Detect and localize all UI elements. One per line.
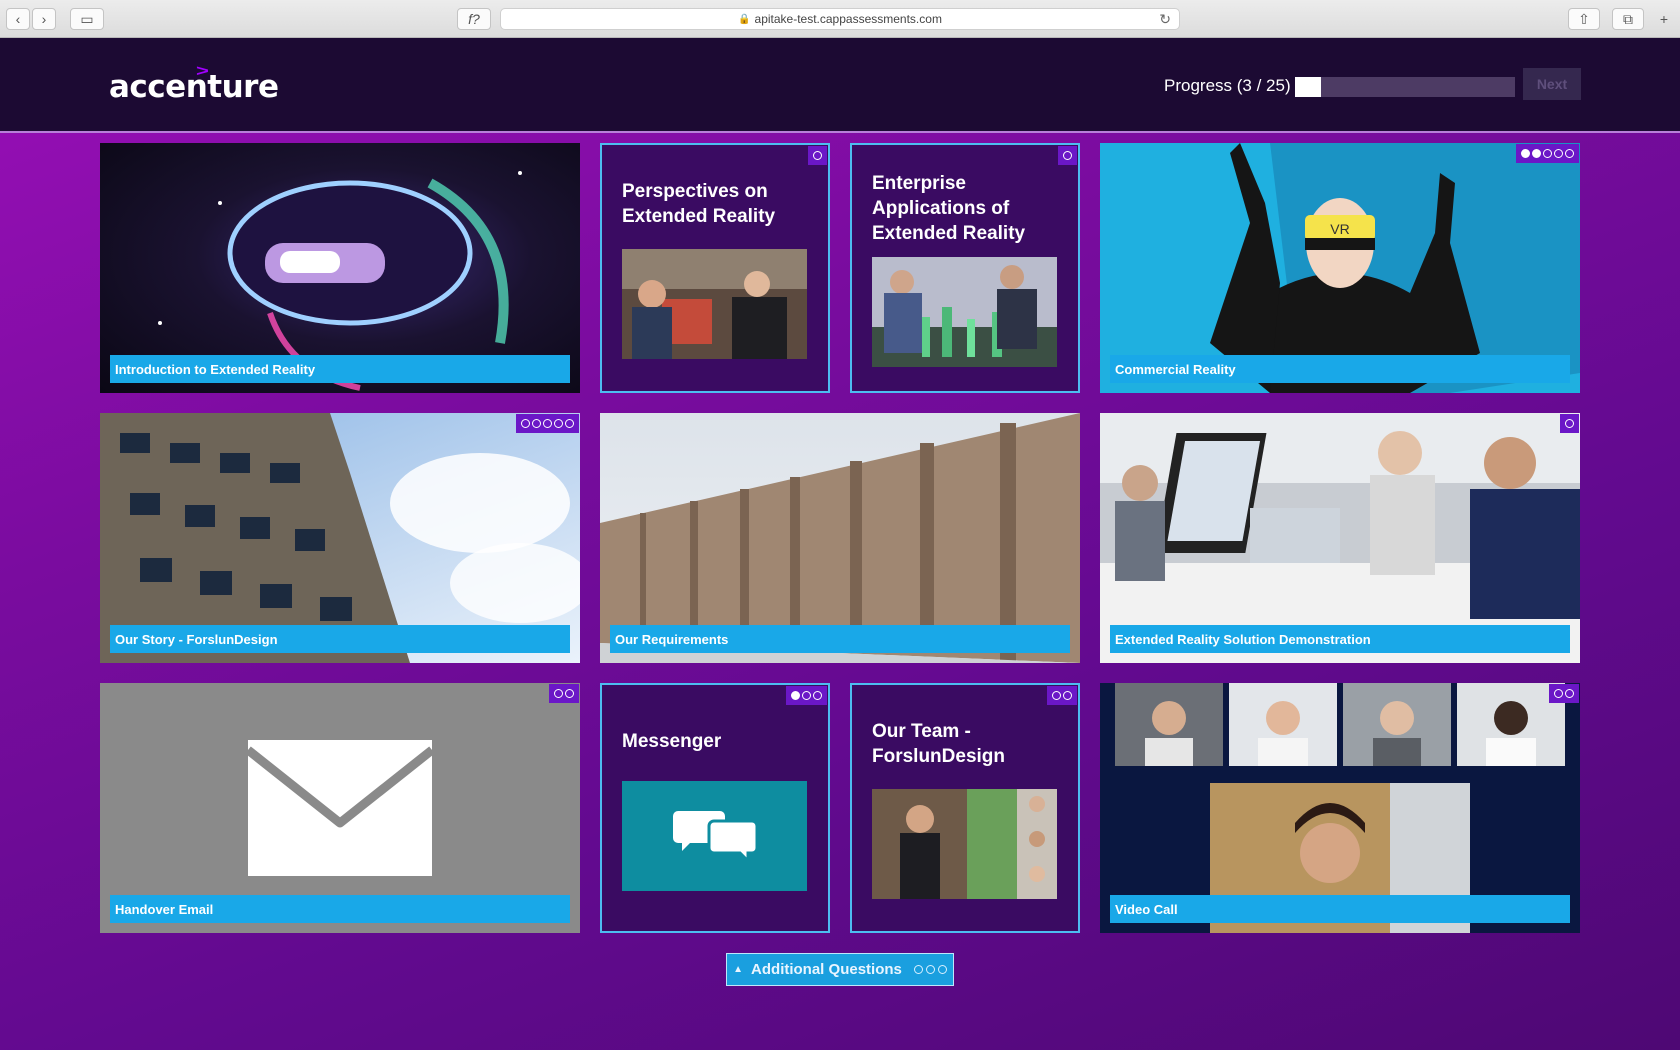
progress-dots [808,146,827,165]
progress-dots [1516,144,1579,163]
progress-fill [1295,77,1322,97]
tile-label: Commercial Reality [1110,355,1570,383]
tile-enterprise-xr[interactable]: Enterprise Applications of Extended Real… [850,143,1080,393]
tile-our-team[interactable]: Our Team - ForslunDesign [850,683,1080,933]
back-icon[interactable]: ‹ [6,8,30,30]
progress-dots [1058,146,1077,165]
next-button[interactable]: Next [1523,68,1581,100]
tile-label: Video Call [1110,895,1570,923]
tile-our-story[interactable]: Our Story - ForslunDesign [100,413,580,663]
vr-text: VR [1330,221,1349,237]
card-title: Our Team - ForslunDesign [872,721,1006,767]
sidebar-icon[interactable]: ▭ [70,8,104,30]
tile-our-requirements[interactable]: Our Requirements [600,413,1080,663]
card-title: Enterprise Applications of Extended Real… [872,173,1026,244]
url-text: apitake-test.cappassessments.com [754,12,942,26]
tile-intro-xr[interactable]: Introduction to Extended Reality [100,143,580,393]
lock-icon: 🔒 [738,13,751,25]
progress-dots [1549,684,1579,703]
caret-up-icon: ▲ [733,964,744,975]
progress-dots [1047,686,1077,705]
tile-perspectives-xr[interactable]: Perspectives on Extended Reality [600,143,830,393]
progress-dots [913,965,947,974]
browser-toolbar: ‹ › ▭ f? 🔒 apitake-test.cappassessments.… [0,0,1680,38]
progress-label: Progress (3 / 25) [1164,76,1291,95]
card-title: Messenger [622,731,722,752]
tile-label: Extended Reality Solution Demonstration [1110,625,1570,653]
additional-questions-label: Additional Questions [751,961,902,978]
team-collage-photo [872,789,1057,899]
enterprise-vr-photo [872,257,1057,367]
tile-label: Introduction to Extended Reality [110,355,570,383]
tile-label: Handover Email [110,895,570,923]
tile-video-call[interactable]: Video Call [1100,683,1580,933]
tile-commercial-reality[interactable]: VR Commercial Reality [1100,143,1580,393]
reload-icon[interactable]: ↻ [1159,11,1171,28]
tile-label: Our Story - ForslunDesign [110,625,570,653]
address-bar[interactable]: 🔒 apitake-test.cappassessments.com ↻ [500,8,1180,30]
tile-messenger[interactable]: Messenger [600,683,830,933]
progress-dots [1560,414,1579,433]
tabs-icon[interactable]: ⧉ [1612,8,1644,30]
discussion-photo [622,249,807,359]
progress-dots [786,686,827,705]
reader-icon[interactable]: f? [457,8,491,30]
progress-dots [549,684,579,703]
progress-bar [1295,77,1515,97]
forward-icon[interactable]: › [32,8,56,30]
share-icon[interactable]: ⇧ [1568,8,1600,30]
accenture-logo: accenture [109,69,279,105]
chat-bubbles-icon [622,781,807,891]
tile-label: Our Requirements [610,625,1070,653]
app-header: > accenture Progress (3 / 25) Next [0,38,1680,133]
progress-dots [516,414,579,433]
tile-xr-demo[interactable]: Extended Reality Solution Demonstration [1100,413,1580,663]
additional-questions-button[interactable]: ▲ Additional Questions [726,953,954,986]
new-tab-icon[interactable]: + [1652,8,1676,30]
tile-handover-email[interactable]: Handover Email [100,683,580,933]
card-title: Perspectives on Extended Reality [622,181,776,227]
